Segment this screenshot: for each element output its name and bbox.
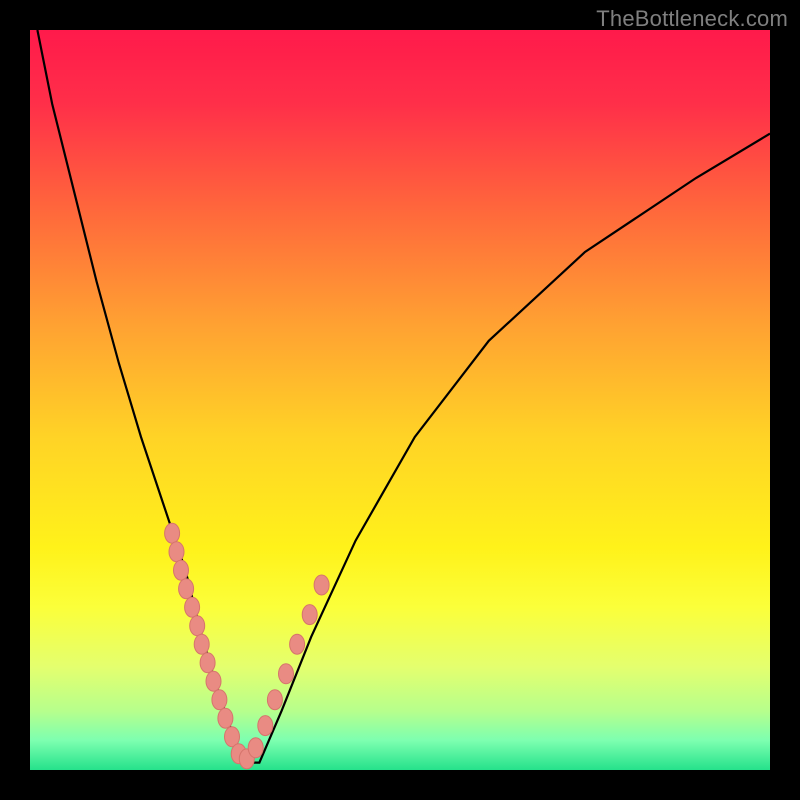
- data-point: [248, 738, 263, 758]
- data-point: [174, 560, 189, 580]
- data-point: [200, 653, 215, 673]
- data-point: [212, 690, 227, 710]
- data-point: [190, 616, 205, 636]
- data-point: [302, 605, 317, 625]
- data-point: [290, 634, 305, 654]
- data-point: [169, 542, 184, 562]
- data-point: [314, 575, 329, 595]
- data-point: [194, 634, 209, 654]
- data-point: [165, 523, 180, 543]
- data-point: [279, 664, 294, 684]
- data-point: [218, 708, 233, 728]
- data-point: [258, 716, 273, 736]
- gradient-bg: [30, 30, 770, 770]
- watermark-text: TheBottleneck.com: [596, 6, 788, 32]
- chart-svg: [30, 30, 770, 770]
- chart-frame: TheBottleneck.com: [0, 0, 800, 800]
- data-point: [179, 579, 194, 599]
- data-point: [185, 597, 200, 617]
- data-point: [206, 671, 221, 691]
- data-point: [267, 690, 282, 710]
- plot-area: [30, 30, 770, 770]
